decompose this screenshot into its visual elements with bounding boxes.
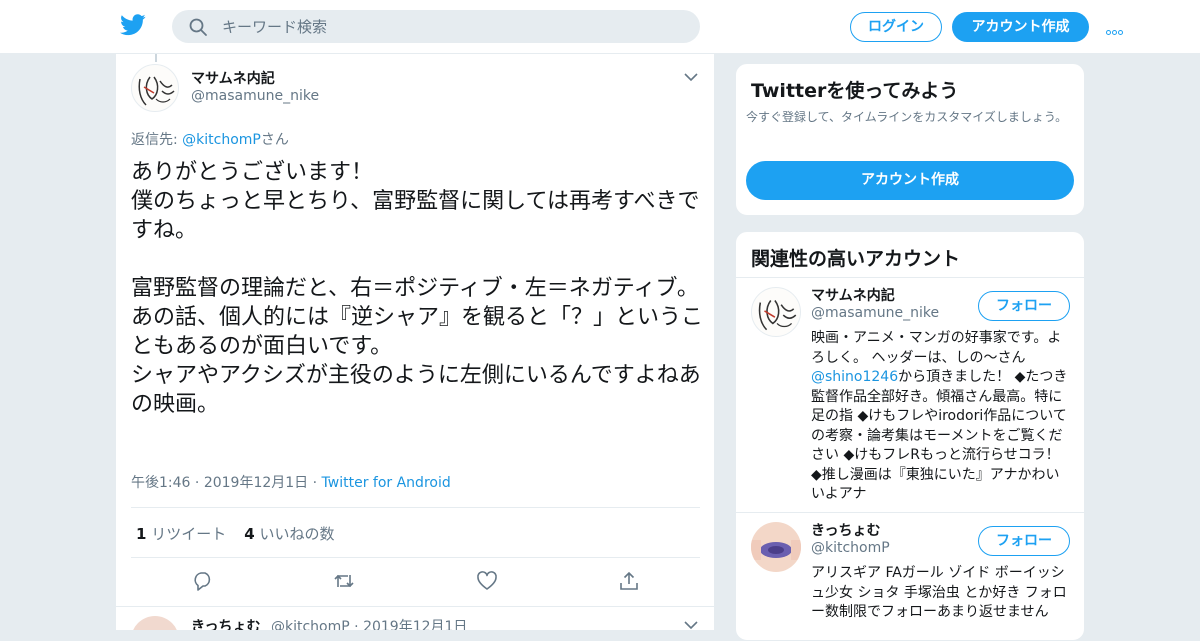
- avatar[interactable]: [131, 616, 179, 630]
- avatar[interactable]: [131, 64, 179, 112]
- tweet-metadata: 午後1:46 · 2019年12月1日 · Twitter for Androi…: [131, 475, 451, 491]
- avatar[interactable]: [751, 522, 801, 572]
- account-name[interactable]: マサムネ内記: [811, 285, 895, 305]
- like-stat[interactable]: 4 いいねの数: [244, 525, 334, 543]
- tweet-author-name[interactable]: マサムネ内記: [191, 68, 275, 88]
- reply-suffix: さん: [260, 132, 289, 148]
- follow-button[interactable]: フォロー: [978, 291, 1070, 321]
- twitter-bird-icon[interactable]: [120, 14, 146, 36]
- signup-card-title: Twitterを使ってみよう: [751, 80, 959, 102]
- chevron-down-icon[interactable]: [684, 72, 698, 82]
- thread-connector: [155, 54, 157, 62]
- share-icon[interactable]: [618, 570, 640, 592]
- reply-target-link[interactable]: @kitchomP: [182, 132, 261, 148]
- like-heart-icon[interactable]: [476, 570, 498, 592]
- bio-text: から頂きました！ ◆たつき監督作品全部好き。傾福さん最高。特に足の指 ◆けもフレ…: [811, 369, 1068, 502]
- divider: [131, 507, 700, 508]
- reply-author-handle[interactable]: @kitchomP: [271, 619, 350, 630]
- top-navigation-bar: ログイン アカウント作成: [0, 0, 1200, 54]
- divider: [116, 606, 714, 607]
- retweet-count: 1: [136, 525, 147, 543]
- sketch-avatar-icon: [758, 300, 797, 331]
- tweet-source-link[interactable]: Twitter for Android: [322, 475, 451, 491]
- bio-text: 映画・アニメ・マンガの好事家です。よろしく。 ヘッダーは、しの〜さん: [811, 330, 1062, 366]
- search-input[interactable]: [222, 10, 682, 43]
- tweet-column: マサムネ内記 @masamune_nike 返信先: @kitchomPさん あ…: [115, 54, 715, 630]
- divider: [736, 277, 1084, 278]
- retweet-label: リツイート: [151, 525, 227, 543]
- tweet-author-handle[interactable]: @masamune_nike: [191, 88, 319, 104]
- related-accounts-title: 関連性の高いアカウント: [751, 248, 961, 270]
- retweet-stat[interactable]: 1 リツイート: [136, 525, 226, 543]
- tweet-date[interactable]: 2019年12月1日: [204, 475, 308, 491]
- retweet-icon[interactable]: [333, 570, 355, 592]
- account-handle[interactable]: @masamune_nike: [811, 305, 939, 321]
- follow-button[interactable]: フォロー: [978, 526, 1070, 556]
- search-box[interactable]: [172, 10, 700, 43]
- more-dots-icon[interactable]: [1106, 20, 1130, 35]
- like-label: いいねの数: [259, 525, 335, 543]
- like-count: 4: [244, 525, 255, 543]
- signup-card: Twitterを使ってみよう 今すぐ登録して、タイムラインをカスタマイズしましょ…: [735, 63, 1085, 216]
- login-button[interactable]: ログイン: [850, 12, 942, 42]
- sketch-avatar-icon: [138, 76, 175, 106]
- reply-date[interactable]: 2019年12月1日: [363, 619, 467, 630]
- reply-prefix: 返信先:: [131, 132, 183, 148]
- reply-author-name[interactable]: きっちょむ: [191, 616, 260, 630]
- account-handle[interactable]: @kitchomP: [811, 540, 890, 556]
- account-bio: 映画・アニメ・マンガの好事家です。よろしく。 ヘッダーは、しの〜さん @shino…: [811, 329, 1073, 505]
- signup-card-button[interactable]: アカウント作成: [746, 161, 1074, 200]
- search-icon: [189, 18, 207, 36]
- divider: [736, 512, 1084, 513]
- signup-card-subtitle: 今すぐ登録して、タイムラインをカスタマイズしましょう。: [746, 110, 1068, 124]
- tweet-time[interactable]: 午後1:46: [131, 475, 190, 491]
- reply-to-line: 返信先: @kitchomPさん: [131, 129, 289, 149]
- tweet-actions: [116, 570, 714, 594]
- avatar[interactable]: [751, 287, 801, 337]
- reply-author-meta: @kitchomP · 2019年12月1日: [271, 616, 467, 630]
- signup-button[interactable]: アカウント作成: [952, 12, 1089, 42]
- tweet-stats: 1 リツイート 4 いいねの数: [136, 523, 334, 544]
- account-name[interactable]: きっちょむ: [811, 520, 880, 540]
- divider: [131, 557, 700, 558]
- related-accounts-card: 関連性の高いアカウント マサムネ内記 @masamune_nike フォロー 映…: [735, 231, 1085, 641]
- chevron-down-icon[interactable]: [684, 620, 698, 630]
- account-bio: アリスギア FAガール ゾイド ボーイッシュ少女 ショタ 手塚治虫 とか好き フ…: [811, 565, 1067, 620]
- reply-icon[interactable]: [192, 570, 214, 592]
- bio-mention-link[interactable]: @shino1246: [811, 369, 898, 385]
- tweet-text: ありがとうございます！ 僕のちょっと早とちり、富野監督に関しては再考すべきですね…: [131, 160, 704, 417]
